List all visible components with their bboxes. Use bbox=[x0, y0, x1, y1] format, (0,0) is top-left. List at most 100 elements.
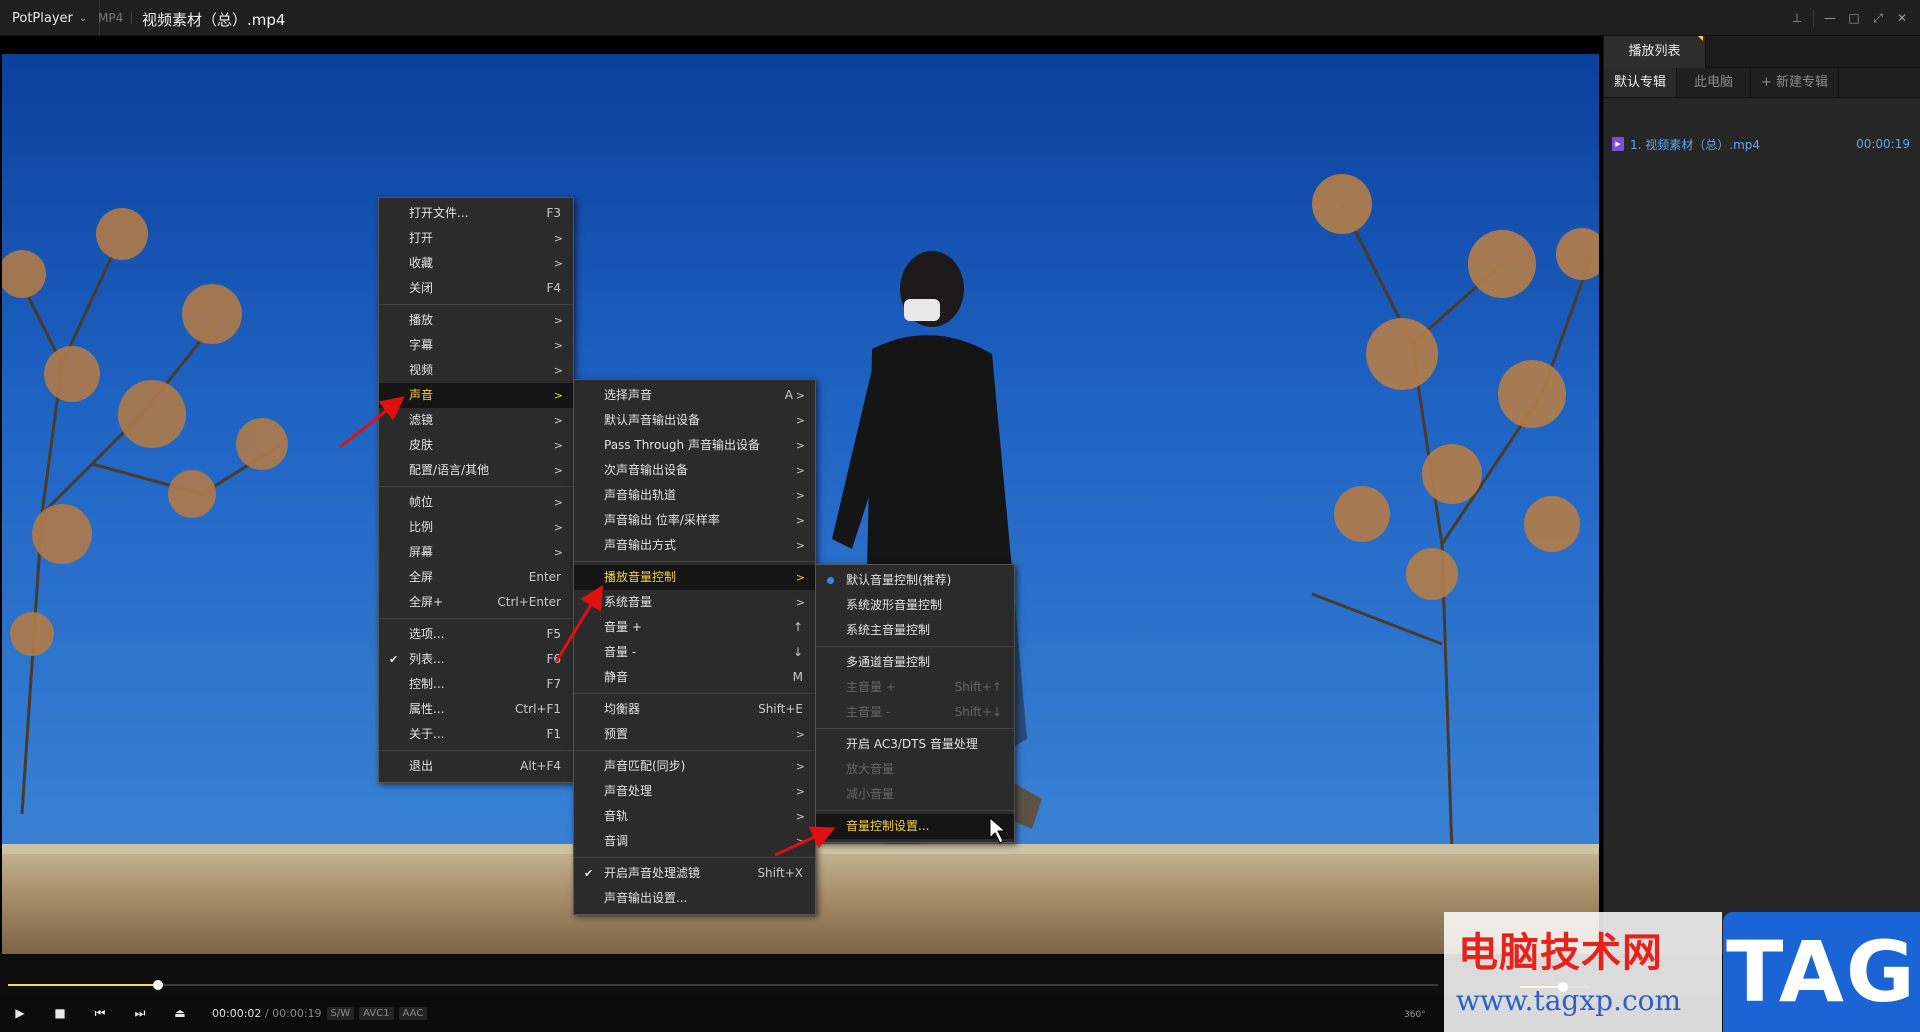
tab-playlist[interactable]: 播放列表 bbox=[1604, 36, 1706, 68]
sound_menu-item-label: 声音匹配(同步) bbox=[604, 759, 686, 773]
sound_menu-item[interactable]: 音量 + ↑ bbox=[574, 615, 815, 640]
shortcut-label: Shift+E bbox=[758, 702, 803, 716]
main_menu-item[interactable]: 选项... F5 bbox=[379, 622, 573, 647]
audio-codec-tag[interactable]: AAC bbox=[398, 1006, 428, 1020]
fullscreen-icon[interactable]: ⤢ bbox=[1866, 11, 1890, 26]
submenu-arrow-icon: > bbox=[553, 339, 563, 352]
close-icon[interactable]: ✕ bbox=[1890, 11, 1914, 25]
volume_menu-item[interactable]: 多通道音量控制 bbox=[816, 650, 1014, 675]
play-icon[interactable]: ▶ bbox=[0, 1006, 40, 1020]
previous-icon[interactable]: ⏮ bbox=[80, 1006, 120, 1021]
volume_menu-item[interactable]: 音量控制设置... bbox=[816, 814, 1014, 839]
volume_menu-item: 主音量 - Shift+↓ bbox=[816, 700, 1014, 725]
watermark-tag-logo: TAG bbox=[1723, 912, 1920, 1032]
main_menu-item[interactable]: 打开文件... F3 bbox=[379, 201, 573, 226]
sound_menu-item[interactable]: 声音匹配(同步) > bbox=[574, 754, 815, 779]
sound_menu-item[interactable]: 默认声音输出设备 > bbox=[574, 408, 815, 433]
stop-icon[interactable]: ■ bbox=[40, 1006, 80, 1020]
minimize-icon[interactable]: — bbox=[1818, 11, 1842, 25]
sound_menu-item[interactable]: 音轨 > bbox=[574, 804, 815, 829]
main_menu-item[interactable]: 全屏+ Ctrl+Enter bbox=[379, 590, 573, 615]
sound_menu-item[interactable]: 选择声音 A > bbox=[574, 383, 815, 408]
main_menu-item[interactable]: 收藏 > bbox=[379, 251, 573, 276]
pin-icon[interactable]: ⊥ bbox=[1785, 11, 1809, 25]
sound_menu-item[interactable]: 声音输出方式 > bbox=[574, 533, 815, 558]
main_menu-item[interactable]: 比例 > bbox=[379, 515, 573, 540]
volume_menu-item-label: 音量控制设置... bbox=[846, 819, 930, 833]
main_menu-item-label: 属性... bbox=[409, 702, 445, 716]
submenu-arrow-icon: > bbox=[795, 514, 805, 527]
volume_menu-item[interactable]: 默认音量控制(推荐) bbox=[816, 568, 1014, 593]
sound_menu-item[interactable]: 声音输出轨道 > bbox=[574, 483, 815, 508]
sound_menu-item[interactable]: 声音输出 位率/采样率 > bbox=[574, 508, 815, 533]
submenu-arrow-icon: > bbox=[553, 546, 563, 559]
tab-new-album[interactable]: + 新建专辑 bbox=[1751, 68, 1840, 97]
app-menu-button[interactable]: PotPlayer ⌄ bbox=[0, 0, 101, 36]
main_menu-item[interactable]: 滤镜 > bbox=[379, 408, 573, 433]
eject-icon[interactable]: ⏏ bbox=[160, 1006, 200, 1020]
sound_menu-item[interactable]: 预置 > bbox=[574, 722, 815, 747]
seek-handle[interactable] bbox=[153, 980, 164, 990]
volume_menu-item[interactable]: 开启 AC3/DTS 音量处理 bbox=[816, 732, 1014, 757]
sound_menu-item[interactable]: 系统音量 > bbox=[574, 590, 815, 615]
main_menu-item[interactable]: 打开 > bbox=[379, 226, 573, 251]
volume_menu-item-label: 放大音量 bbox=[846, 762, 895, 776]
vr-360-button[interactable]: 360° bbox=[1404, 1010, 1426, 1020]
submenu-arrow-icon: > bbox=[553, 232, 563, 245]
main_menu-item[interactable]: 配置/语言/其他 > bbox=[379, 458, 573, 483]
main_menu-item-label: 字幕 bbox=[409, 338, 434, 352]
sound_menu-item-label: 系统音量 bbox=[604, 595, 653, 609]
main_menu-item[interactable]: 声音 > bbox=[379, 383, 573, 408]
sound_menu-item[interactable]: 声音输出设置... bbox=[574, 886, 815, 911]
chevron-down-icon: ⌄ bbox=[78, 12, 88, 24]
playlist-tabs: 播放列表 bbox=[1604, 36, 1920, 68]
sound_menu-item[interactable]: 均衡器 Shift+E bbox=[574, 697, 815, 722]
main_menu-item[interactable]: 皮肤 > bbox=[379, 433, 573, 458]
sound_menu-item-label: 选择声音 bbox=[604, 388, 653, 402]
tab-this-pc[interactable]: 此电脑 bbox=[1677, 68, 1752, 97]
sound_menu-item-label: 预置 bbox=[604, 727, 629, 741]
main_menu-item[interactable]: 字幕 > bbox=[379, 333, 573, 358]
main_menu-item[interactable]: 关闭 F4 bbox=[379, 276, 573, 301]
sound_menu-item[interactable]: 声音处理 > bbox=[574, 779, 815, 804]
seek-bar[interactable] bbox=[8, 980, 1438, 990]
sound_menu-item[interactable]: 播放音量控制 > bbox=[574, 565, 815, 590]
volume_menu-item[interactable]: 系统主音量控制 bbox=[816, 618, 1014, 643]
sound_menu-item[interactable]: 音量 - ↓ bbox=[574, 640, 815, 665]
volume_menu-item-label: 系统主音量控制 bbox=[846, 623, 931, 637]
menu-separator bbox=[574, 693, 815, 694]
decoder-tag[interactable]: S/W bbox=[326, 1006, 355, 1020]
volume_menu-item[interactable]: 系统波形音量控制 bbox=[816, 593, 1014, 618]
main_menu-item[interactable]: 帧位 > bbox=[379, 490, 573, 515]
sound_menu-item[interactable]: 静音 M bbox=[574, 665, 815, 690]
sound_menu-item[interactable]: 次声音输出设备 > bbox=[574, 458, 815, 483]
submenu-arrow-icon: > bbox=[795, 835, 805, 848]
window-controls: ⊥ — □ ⤢ ✕ bbox=[1785, 0, 1914, 36]
main_menu-item[interactable]: ✔ 列表... F6 bbox=[379, 647, 573, 672]
tab-default-album[interactable]: 默认专辑 bbox=[1604, 68, 1678, 97]
main_menu-item[interactable]: 屏幕 > bbox=[379, 540, 573, 565]
maximize-icon[interactable]: □ bbox=[1842, 11, 1866, 25]
main_menu-item[interactable]: 控制... F7 bbox=[379, 672, 573, 697]
shortcut-label: F3 bbox=[546, 206, 561, 220]
main_menu-item[interactable]: 视频 > bbox=[379, 358, 573, 383]
main_menu-item-label: 收藏 bbox=[409, 256, 434, 270]
right-tree-image bbox=[1311, 174, 1599, 854]
sound_menu-item[interactable]: ✔ 开启声音处理滤镜 Shift+X bbox=[574, 861, 815, 886]
sound_menu-item[interactable]: Pass Through 声音输出设备 > bbox=[574, 433, 815, 458]
menu-separator bbox=[379, 618, 573, 619]
sound_menu-item[interactable]: 音调 > bbox=[574, 829, 815, 854]
main_menu-item[interactable]: 播放 > bbox=[379, 308, 573, 333]
main_menu-item[interactable]: 属性... Ctrl+F1 bbox=[379, 697, 573, 722]
divider bbox=[1813, 9, 1814, 27]
main_menu-item[interactable]: 关于... F1 bbox=[379, 722, 573, 747]
sound_menu-item-label: 音轨 bbox=[604, 809, 629, 823]
main_menu-item[interactable]: 退出 Alt+F4 bbox=[379, 754, 573, 779]
next-icon[interactable]: ⏭ bbox=[120, 1006, 160, 1021]
playlist-item[interactable]: ▶ 1. 视频素材（总）.mp4 00:00:19 bbox=[1604, 134, 1918, 154]
sound_menu-item-label: 开启声音处理滤镜 bbox=[604, 866, 701, 880]
video-codec-tag[interactable]: AVC1 bbox=[359, 1006, 394, 1020]
seek-progress bbox=[8, 984, 159, 986]
main_menu-item[interactable]: 全屏 Enter bbox=[379, 565, 573, 590]
menu-separator bbox=[816, 810, 1014, 811]
